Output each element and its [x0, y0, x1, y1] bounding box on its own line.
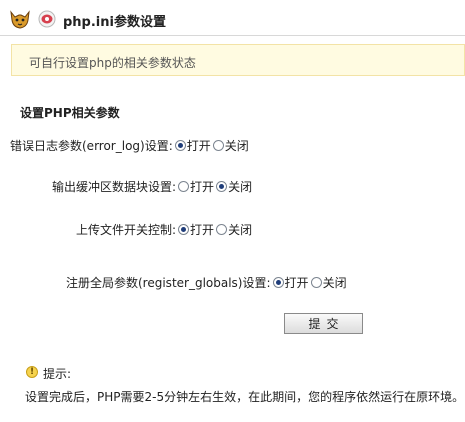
tip-body: 设置完成后，PHP需要2-5分钟左右生效，在此期间，您的程序依然运行在原环境。: [25, 390, 465, 404]
radio-off[interactable]: [212, 139, 224, 151]
page-header: php.ini参数设置: [0, 0, 465, 36]
radio-off[interactable]: [216, 180, 228, 192]
setting-label: 注册全局参数(register_globals)设置:: [66, 275, 271, 290]
notice-box: 可自行设置php的相关参数状态: [11, 44, 465, 76]
radio-on[interactable]: [178, 223, 190, 235]
radio-on-label[interactable]: 打开: [285, 274, 309, 291]
section-title: 设置PHP相关参数: [20, 106, 120, 120]
setting-row-error-log: 错误日志参数(error_log)设置: 打开 关闭: [10, 136, 249, 154]
radio-off[interactable]: [216, 223, 228, 235]
radio-off[interactable]: [310, 276, 322, 288]
notice-text: 可自行设置php的相关参数状态: [29, 56, 196, 70]
header-divider: [0, 35, 465, 36]
setting-label: 上传文件开关控制:: [76, 222, 177, 237]
exclamation-icon: !: [26, 366, 38, 378]
radio-off-label[interactable]: 关闭: [225, 137, 249, 154]
radio-on-label[interactable]: 打开: [190, 221, 214, 238]
setting-row-output-buffer: 输出缓冲区数据块设置: 打开 关闭: [52, 177, 252, 195]
radio-on-label[interactable]: 打开: [187, 137, 211, 154]
radio-on[interactable]: [178, 180, 190, 192]
setting-label: 输出缓冲区数据块设置:: [52, 179, 177, 194]
setting-label: 错误日志参数(error_log)设置:: [10, 138, 173, 153]
radio-off-label[interactable]: 关闭: [228, 221, 252, 238]
radio-on[interactable]: [272, 276, 284, 288]
tip-title: 提示:: [43, 367, 72, 381]
setting-row-file-uploads: 上传文件开关控制: 打开 关闭: [76, 220, 252, 238]
radio-off-label[interactable]: 关闭: [323, 274, 347, 291]
submit-button[interactable]: 提交: [284, 313, 363, 334]
tomcat-cat-icon: [10, 10, 30, 29]
page-title: php.ini参数设置: [63, 15, 166, 30]
setting-row-register-globals: 注册全局参数(register_globals)设置: 打开 关闭: [66, 273, 347, 291]
php-icon: [38, 10, 56, 28]
radio-on[interactable]: [174, 139, 186, 151]
radio-off-label[interactable]: 关闭: [228, 178, 252, 195]
radio-on-label[interactable]: 打开: [190, 178, 214, 195]
